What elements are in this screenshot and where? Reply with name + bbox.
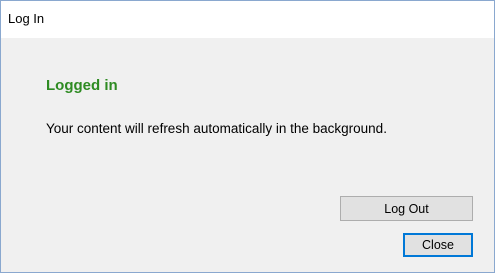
login-dialog: Log In Logged in Your content will refre… <box>0 0 495 273</box>
close-button[interactable]: Close <box>403 233 473 257</box>
status-message: Your content will refresh automatically … <box>46 121 387 136</box>
window-title: Log In <box>8 11 45 26</box>
status-heading: Logged in <box>46 77 118 94</box>
title-bar[interactable]: Log In <box>1 1 494 38</box>
log-out-button[interactable]: Log Out <box>340 196 473 221</box>
